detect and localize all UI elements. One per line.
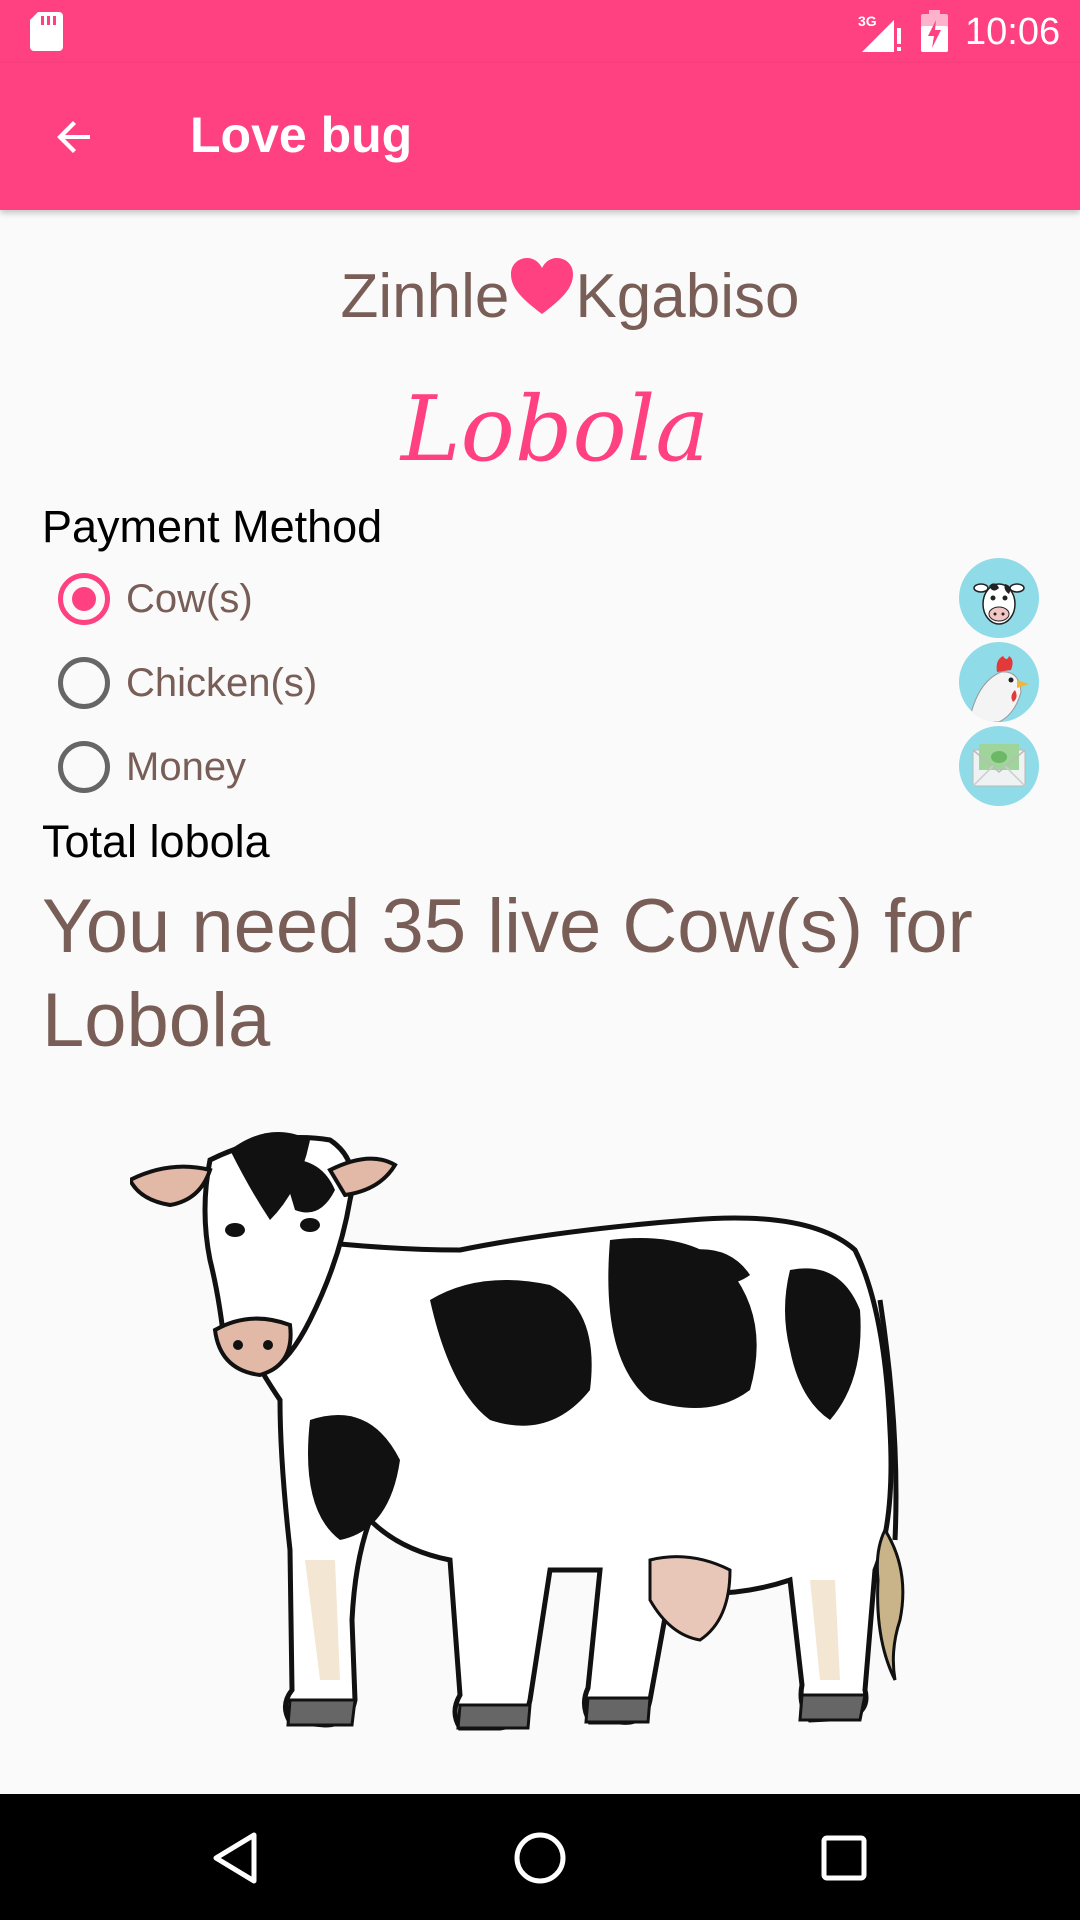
svg-text:3G: 3G (858, 13, 877, 29)
cow-avatar-icon (959, 558, 1039, 638)
radio-label-money: Money (126, 745, 247, 789)
radio-option-money[interactable]: Money (42, 725, 1042, 809)
status-bar: 3G 10:06 (0, 0, 1080, 63)
name-right: Kgabiso (575, 262, 800, 331)
radio-label-cows: Cow(s) (126, 577, 253, 621)
money-envelope-icon (959, 726, 1039, 806)
chicken-avatar-icon (959, 642, 1039, 722)
nav-recents-button[interactable] (799, 1818, 889, 1898)
app-bar: Love bug (0, 63, 1080, 210)
navigation-bar (0, 1794, 1080, 1920)
lobola-result-text: You need 35 live Cow(s) for Lobola (42, 884, 973, 1063)
couple-names: Zinhle Kgabiso (0, 252, 1080, 342)
payment-method-label: Payment Method (42, 501, 383, 552)
total-lobola-label: Total lobola (42, 816, 270, 867)
app-title: Love bug (190, 107, 413, 163)
status-clock: 10:06 (965, 11, 1061, 53)
nav-home-button[interactable] (495, 1818, 585, 1898)
home-circle-icon (514, 1832, 566, 1884)
radio-button[interactable] (42, 557, 126, 641)
heart-icon (511, 258, 574, 314)
lobola-heading: Lobola (400, 377, 710, 482)
recents-square-icon (821, 1835, 867, 1881)
radio-label-chickens: Chicken(s) (126, 661, 318, 705)
battery-charging-icon (921, 10, 948, 52)
arrow-back-icon (57, 121, 90, 153)
nav-back-button[interactable] (190, 1818, 280, 1898)
cow-illustration (130, 1132, 905, 1731)
radio-button[interactable] (42, 641, 126, 725)
back-button[interactable] (38, 105, 110, 169)
radio-option-chickens[interactable]: Chicken(s) (42, 641, 1042, 725)
radio-option-cows[interactable]: Cow(s) (42, 557, 1042, 641)
signal-icon: 3G (858, 13, 901, 52)
back-triangle-icon (213, 1832, 257, 1884)
name-left: Zinhle (340, 262, 510, 331)
radio-button[interactable] (42, 725, 126, 809)
sd-card-icon (30, 12, 63, 51)
